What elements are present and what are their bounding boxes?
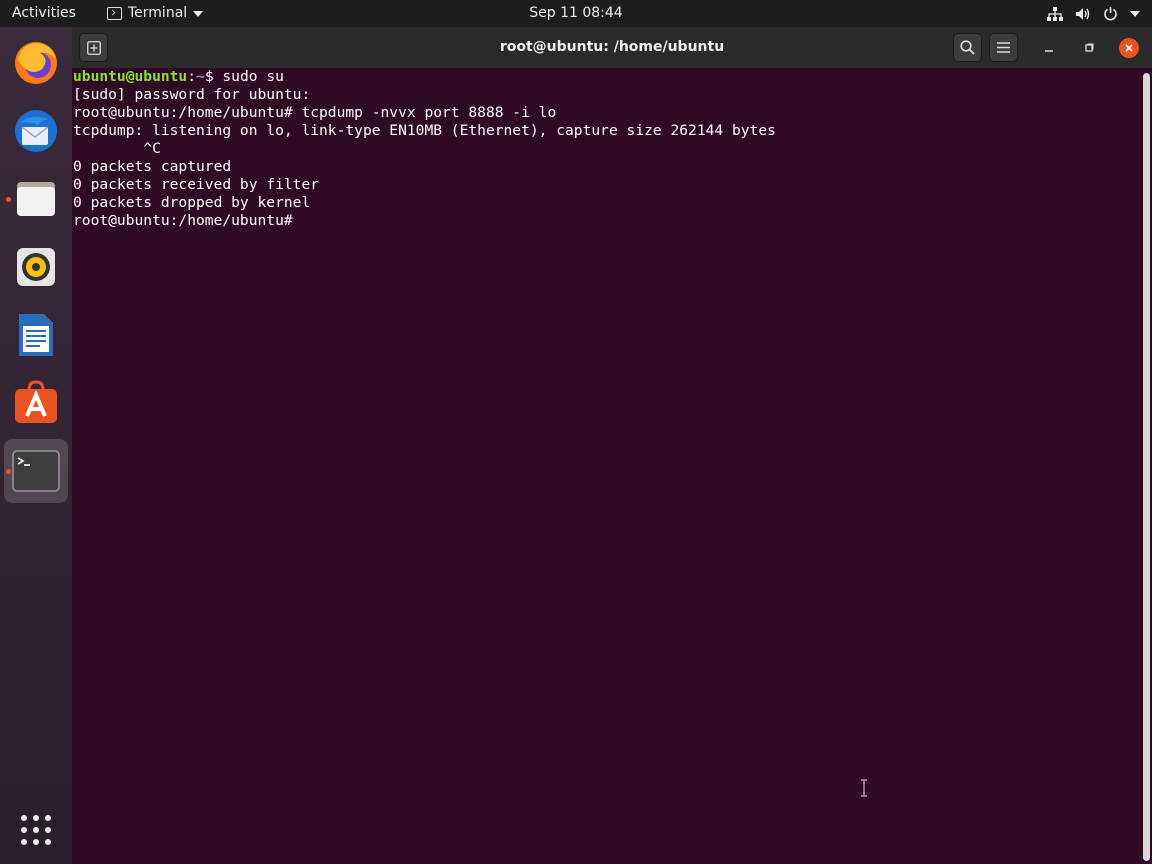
rhythmbox-icon <box>17 248 55 286</box>
dock-files[interactable] <box>4 167 68 231</box>
firefox-icon <box>15 42 57 84</box>
new-tab-icon <box>86 40 101 55</box>
app-grid-icon <box>21 815 51 845</box>
app-menu[interactable]: Terminal <box>107 0 204 27</box>
terminal-icon <box>107 7 122 20</box>
scrollbar[interactable] <box>1143 73 1150 861</box>
dock-ubuntu-software[interactable] <box>4 371 68 435</box>
network-icon <box>1047 6 1063 21</box>
terminal-line: root@ubuntu:/home/ubuntu# <box>73 212 302 229</box>
new-tab-button[interactable] <box>79 33 108 62</box>
terminal-line: 0 packets received by filter <box>73 176 320 193</box>
prompt-separator: : <box>187 68 197 85</box>
terminal-line: tcpdump: listening on lo, link-type EN10… <box>73 122 776 139</box>
running-indicator <box>6 197 11 202</box>
window-headerbar[interactable]: root@ubuntu: /home/ubuntu <box>72 27 1152 68</box>
terminal-line: ^C <box>73 140 161 157</box>
search-icon <box>960 40 975 55</box>
volume-icon <box>1076 7 1090 20</box>
thunderbird-icon <box>15 110 57 152</box>
dock-firefox[interactable] <box>4 31 68 95</box>
prompt-user: ubuntu@ubuntu <box>73 68 188 85</box>
terminal-window: root@ubuntu: /home/ubuntu ubuntu@ubuntu:… <box>72 27 1152 864</box>
prompt-command: $ sudo su <box>204 68 284 85</box>
dock <box>0 27 72 864</box>
ibeam-cursor-icon <box>861 779 867 797</box>
maximize-icon <box>1085 43 1094 52</box>
chevron-down-icon <box>193 10 204 17</box>
hamburger-icon <box>997 42 1010 53</box>
app-menu-label: Terminal <box>128 5 188 21</box>
maximize-button[interactable] <box>1079 38 1099 58</box>
terminal-line: 0 packets dropped by kernel <box>73 194 311 211</box>
terminal-line: 0 packets captured <box>73 158 232 175</box>
close-icon <box>1125 44 1133 52</box>
minimize-icon <box>1045 50 1053 52</box>
clock[interactable]: Sep 11 08:44 <box>529 5 622 21</box>
top-bar: Activities Terminal Sep 11 08:44 <box>0 0 1152 27</box>
system-tray[interactable] <box>1047 0 1140 27</box>
running-indicator <box>6 469 11 474</box>
terminal-line: [sudo] password for ubuntu: <box>73 86 311 103</box>
files-icon <box>17 182 55 216</box>
writer-icon <box>19 314 53 356</box>
close-button[interactable] <box>1119 38 1139 58</box>
menu-button[interactable] <box>989 33 1018 62</box>
chevron-down-icon <box>1130 10 1140 17</box>
software-store-icon <box>15 380 57 423</box>
terminal-line: root@ubuntu:/home/ubuntu# tcpdump -nvvx … <box>73 104 557 121</box>
power-icon <box>1104 7 1117 21</box>
search-button[interactable] <box>953 33 982 62</box>
dock-rhythmbox[interactable] <box>4 235 68 299</box>
terminal-icon <box>12 450 60 492</box>
show-applications-button[interactable] <box>4 798 68 862</box>
minimize-button[interactable] <box>1039 38 1059 58</box>
activities-button[interactable]: Activities <box>12 0 76 27</box>
dock-terminal[interactable] <box>4 439 68 503</box>
dock-libreoffice-writer[interactable] <box>4 303 68 367</box>
terminal-line: ubuntu@ubuntu:~$ sudo su <box>73 68 1140 86</box>
terminal-output[interactable]: ubuntu@ubuntu:~$ sudo su [sudo] password… <box>72 68 1140 864</box>
dock-thunderbird[interactable] <box>4 99 68 163</box>
prompt-path: ~ <box>196 68 205 85</box>
